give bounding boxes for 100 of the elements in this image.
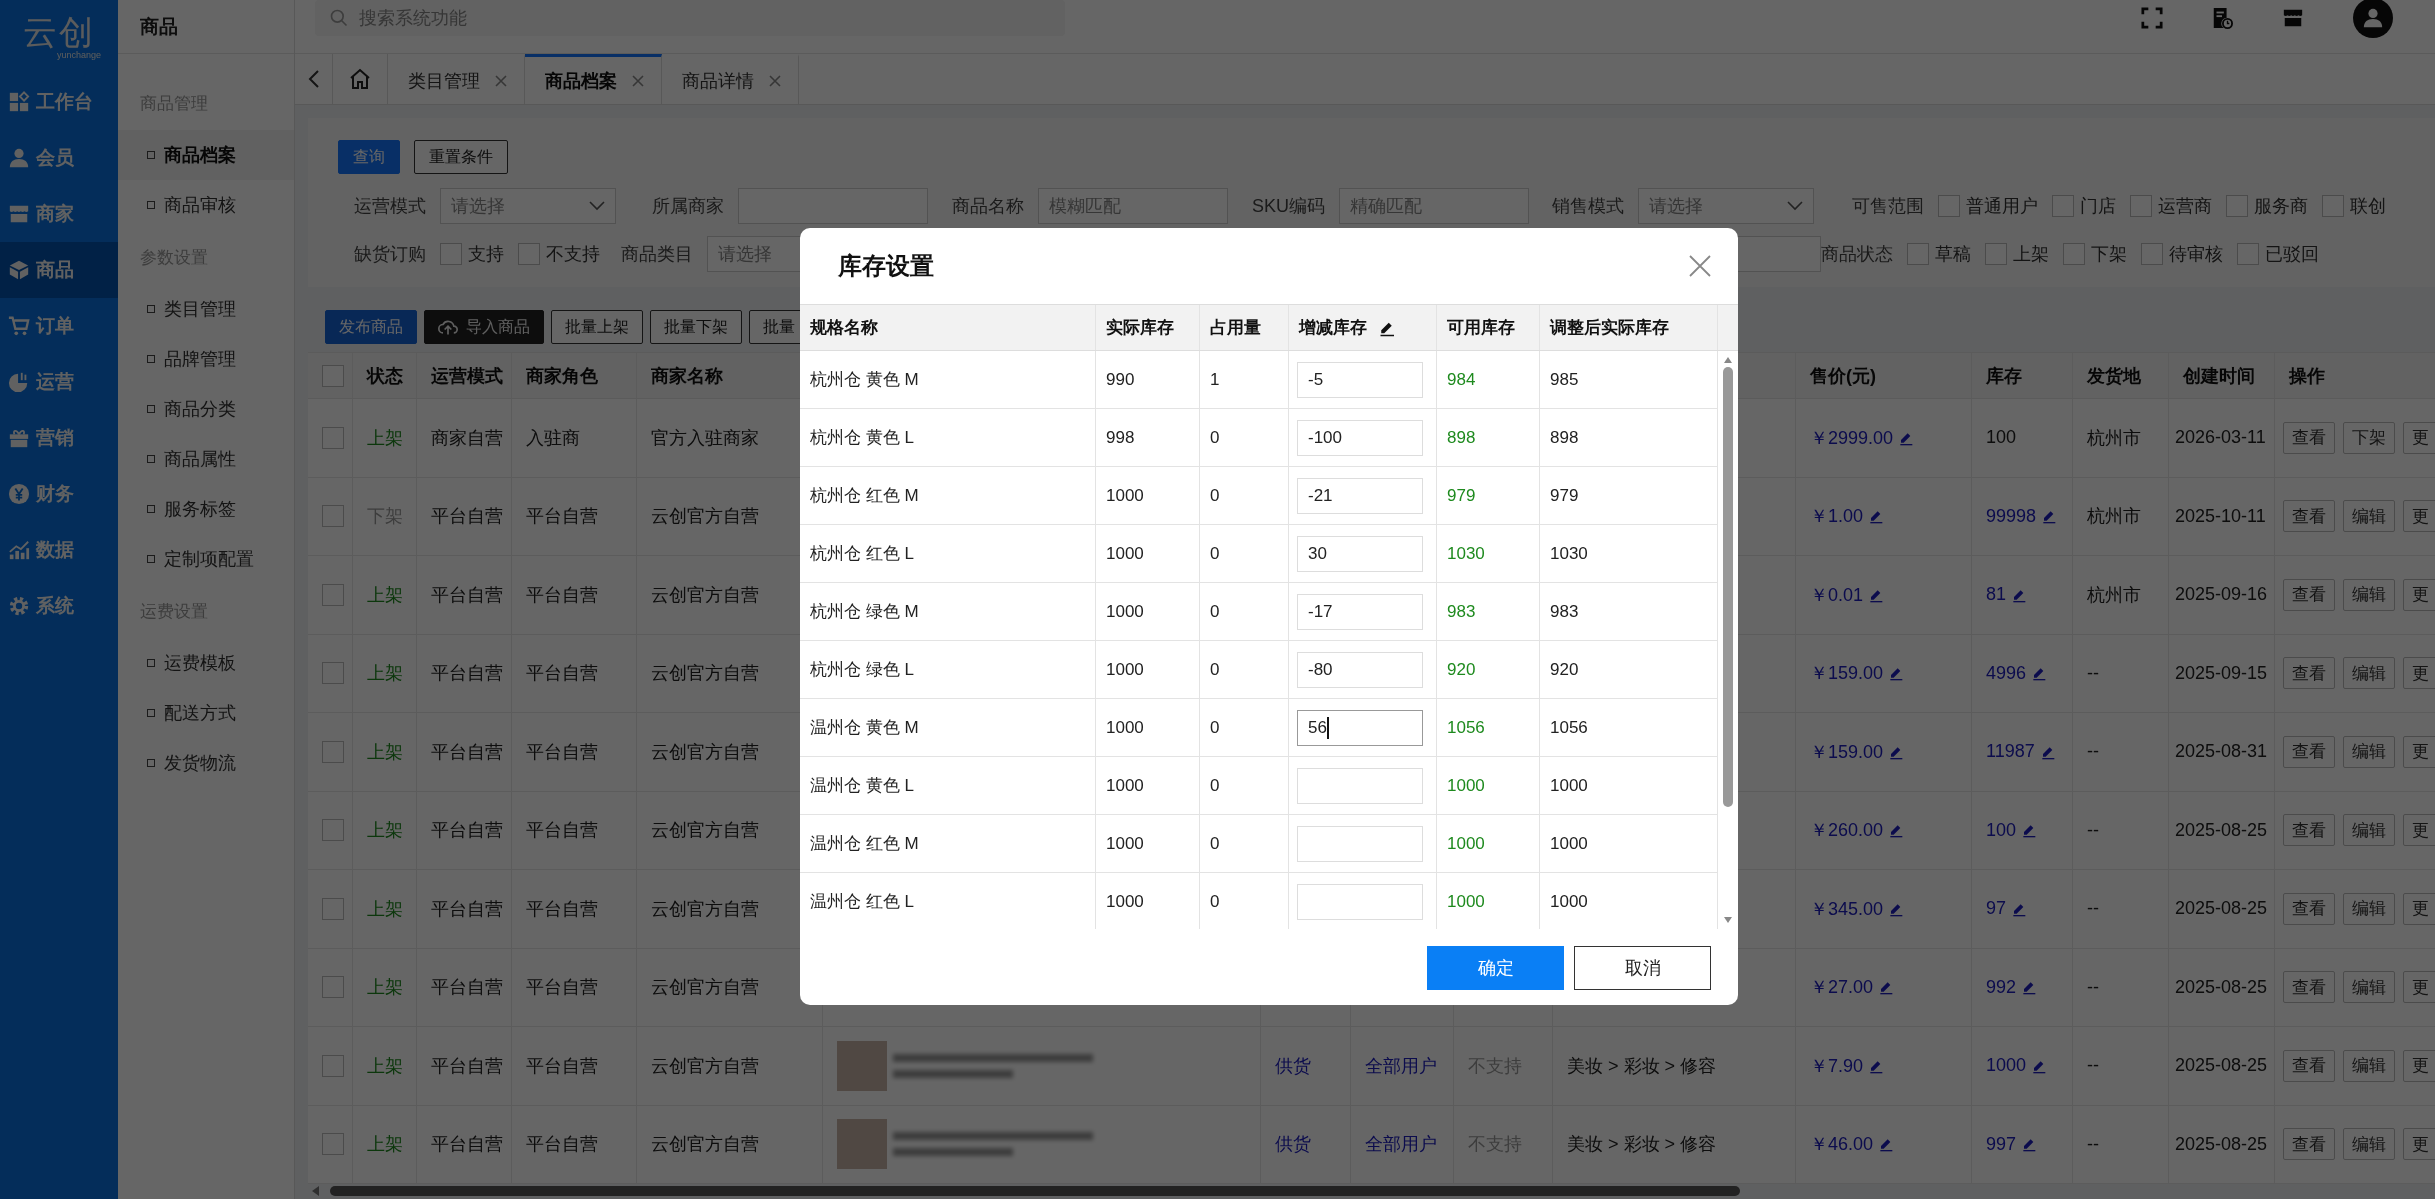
stock-link[interactable]: 11987 <box>1986 741 2035 763</box>
stock-link[interactable]: 100 <box>1986 819 2017 841</box>
menu-item[interactable]: 品牌管理 <box>118 334 294 384</box>
checkbox[interactable] <box>1907 243 1929 265</box>
checkbox[interactable] <box>322 897 344 920</box>
menu-item[interactable]: 配送方式 <box>118 688 294 738</box>
stock-link[interactable]: 97 <box>1986 898 2007 920</box>
reset-button[interactable]: 重置条件 <box>414 140 508 174</box>
menu-item[interactable]: 商品属性 <box>118 434 294 484</box>
action-button[interactable]: 编辑 <box>2343 657 2395 690</box>
toolbar-button[interactable]: 批量上架 <box>551 310 643 344</box>
action-button[interactable]: 查看 <box>2283 657 2335 690</box>
checkbox[interactable] <box>322 976 344 999</box>
checkbox[interactable] <box>2063 243 2085 265</box>
price-link[interactable]: ￥159.00 <box>1810 661 1884 686</box>
action-button[interactable]: 编辑 <box>2343 892 2395 925</box>
action-button[interactable]: 查看 <box>2283 892 2335 925</box>
checkbox[interactable] <box>322 819 344 842</box>
stock-input[interactable]: 56 <box>1297 709 1423 746</box>
menu-item[interactable]: 定制项配置 <box>118 534 294 584</box>
menu-item[interactable]: 类目管理 <box>118 284 294 334</box>
fullscreen-icon[interactable] <box>2141 7 2163 29</box>
stock-input[interactable]: -5 <box>1297 361 1423 398</box>
avatar[interactable] <box>2353 0 2393 38</box>
nav-item[interactable]: 系统 <box>0 578 118 634</box>
nav-item[interactable]: 数据 <box>0 522 118 578</box>
checkbox[interactable] <box>322 364 344 387</box>
action-button[interactable]: 更 <box>2403 500 2435 533</box>
publish-button[interactable]: 发布商品 <box>325 310 417 344</box>
action-button[interactable]: 编辑 <box>2343 500 2395 533</box>
stock-input[interactable]: -17 <box>1297 593 1423 630</box>
stock-link[interactable]: 1000 <box>1986 1055 2027 1077</box>
menu-item[interactable]: 商品分类 <box>118 384 294 434</box>
nav-item[interactable]: 财务 <box>0 466 118 522</box>
action-button[interactable]: 更 <box>2403 814 2435 847</box>
checkbox[interactable] <box>322 505 344 528</box>
action-button[interactable]: 更 <box>2403 971 2435 1004</box>
stock-input[interactable]: 30 <box>1297 535 1423 572</box>
checkbox[interactable] <box>2052 195 2074 217</box>
nav-item[interactable]: 运营 <box>0 354 118 410</box>
action-button[interactable]: 编辑 <box>2343 578 2395 611</box>
checkbox[interactable] <box>2322 195 2344 217</box>
action-button[interactable]: 查看 <box>2283 1128 2335 1161</box>
stock-input[interactable] <box>1297 767 1423 804</box>
action-button[interactable]: 编辑 <box>2343 1049 2395 1082</box>
action-button[interactable]: 更 <box>2403 1128 2435 1161</box>
checkbox[interactable] <box>322 740 344 763</box>
checkbox[interactable] <box>2226 195 2248 217</box>
stock-link[interactable]: 997 <box>1986 1133 2017 1155</box>
checkbox[interactable] <box>2237 243 2259 265</box>
action-button[interactable]: 更 <box>2403 421 2435 454</box>
checkbox[interactable] <box>322 1133 344 1156</box>
confirm-button[interactable]: 确定 <box>1427 946 1564 990</box>
checkbox[interactable] <box>2130 195 2152 217</box>
document-icon[interactable] <box>2211 7 2233 29</box>
import-button[interactable]: 导入商品 <box>424 310 544 344</box>
checkbox[interactable] <box>322 426 344 449</box>
tab[interactable]: 商品详情 <box>662 54 799 104</box>
checkbox[interactable] <box>1938 195 1960 217</box>
price-link[interactable]: ￥260.00 <box>1810 818 1884 843</box>
action-button[interactable]: 查看 <box>2283 971 2335 1004</box>
nav-item[interactable]: 工作台 <box>0 74 118 130</box>
tab[interactable]: 商品档案 <box>525 54 662 104</box>
stock-input[interactable] <box>1297 883 1423 920</box>
action-button[interactable]: 查看 <box>2283 1049 2335 1082</box>
stock-link[interactable]: 992 <box>1986 976 2017 998</box>
stock-input[interactable]: -100 <box>1297 419 1423 456</box>
action-button[interactable]: 查看 <box>2283 578 2335 611</box>
action-button[interactable]: 更 <box>2403 578 2435 611</box>
price-link[interactable]: ￥345.00 <box>1810 896 1884 921</box>
checkbox[interactable] <box>322 662 344 685</box>
nav-item[interactable]: 会员 <box>0 130 118 186</box>
action-button[interactable]: 编辑 <box>2343 971 2395 1004</box>
action-button[interactable]: 编辑 <box>2343 1128 2395 1161</box>
checkbox[interactable] <box>2141 243 2163 265</box>
store-icon[interactable] <box>2281 7 2305 29</box>
stock-link[interactable]: 81 <box>1986 584 2007 606</box>
menu-item[interactable]: 商品审核 <box>118 180 294 230</box>
close-icon[interactable] <box>768 73 782 88</box>
menu-item[interactable]: 商品档案 <box>118 130 294 180</box>
checkbox[interactable] <box>1985 243 2007 265</box>
price-link[interactable]: ￥27.00 <box>1810 975 1874 1000</box>
checkbox[interactable] <box>322 583 344 606</box>
query-button[interactable]: 查询 <box>338 140 400 174</box>
price-link[interactable]: ￥1.00 <box>1810 504 1864 529</box>
nav-item[interactable]: 商家 <box>0 186 118 242</box>
action-button[interactable]: 编辑 <box>2343 814 2395 847</box>
price-link[interactable]: ￥7.90 <box>1810 1053 1864 1078</box>
action-button[interactable]: 下架 <box>2343 421 2395 454</box>
nav-item[interactable]: 营销 <box>0 410 118 466</box>
action-button[interactable]: 更 <box>2403 657 2435 690</box>
action-button[interactable]: 更 <box>2403 1049 2435 1082</box>
menu-item[interactable]: 发货物流 <box>118 738 294 788</box>
stock-input[interactable] <box>1297 825 1423 862</box>
stock-link[interactable]: 99998 <box>1986 505 2037 527</box>
checkbox[interactable] <box>322 1054 344 1077</box>
action-button[interactable]: 更 <box>2403 892 2435 925</box>
nav-item[interactable]: 订单 <box>0 298 118 354</box>
close-button[interactable] <box>1688 254 1712 278</box>
action-button[interactable]: 查看 <box>2283 735 2335 768</box>
